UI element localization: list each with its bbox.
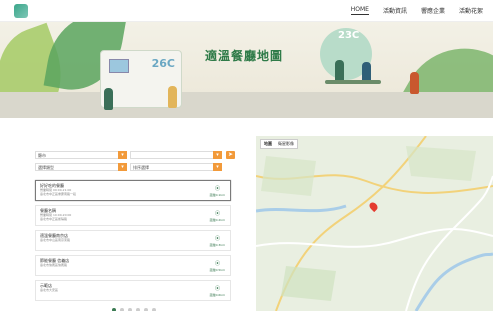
list-item[interactable]: 節能餐廳 信義店 臺北市信義區信義路 ⦿ 距離0.5km [35,255,231,276]
city-select[interactable]: 縣市 ▾ [35,151,127,159]
filter-bar: 縣市 ▾ ▾ ➤ 選擇類型 ▾ 排序選擇 ▾ [30,148,235,174]
city-select-value: 縣市 [38,153,46,158]
chevron-down-icon: ▾ [213,163,222,171]
presentation-screen-icon [109,59,129,73]
district-select[interactable]: ▾ [130,151,222,159]
restaurant-list-panel: 縣市 ▾ ▾ ➤ 選擇類型 ▾ 排序選擇 ▾ 好好吃的餐廳 營業時間 09:00… [30,148,235,311]
type-select[interactable]: 選擇類型 ▾ [35,163,127,171]
nav-partners[interactable]: 響應企業 [421,6,445,15]
restaurant-address: 臺北市中正區衡陽路 [40,217,68,221]
list-item[interactable]: 示範店 臺北市大安區 ⦿ 距離0.6km [35,280,231,301]
hero-ground-band [0,92,493,118]
nav-events[interactable]: 活動資訊 [383,6,407,15]
map-pin-icon: ⦿ [214,186,220,192]
restaurant-address: 臺北市中山區南京東路 [40,238,71,242]
nav-gallery[interactable]: 活動花絮 [459,6,483,15]
person-illustration [335,60,344,82]
locate-me-icon[interactable]: ➤ [226,151,235,159]
sort-select-value: 排序選擇 [133,165,149,170]
table-illustration [325,80,381,84]
chevron-down-icon: ▾ [213,151,222,159]
top-navigation-bar: HOME 活動資訊 響應企業 活動花絮 [0,0,493,22]
map-pin-icon: ⦿ [214,261,220,267]
sort-select[interactable]: 排序選擇 ▾ [130,163,222,171]
map-type-control: 地圖 衛星影像 [260,139,298,149]
list-item[interactable]: 餐廳名稱 營業時間 10:00-20:00 臺北市中正區衡陽路 ⦿ 距離0.2k… [35,205,231,226]
restaurant-distance: 距離0.6km [209,293,225,297]
map-pin-icon: ⦿ [214,286,220,292]
restaurant-address: 臺北市信義區信義路 [40,263,68,267]
restaurant-address: 臺北市中正區重慶南路一段 [40,192,77,196]
site-logo[interactable] [14,4,28,18]
restaurant-distance: 距離0.2km [209,218,225,222]
page: HOME 活動資訊 響應企業 活動花絮 26C 適溫餐廳地圖 23C 縣市 ▾ … [0,0,493,311]
restaurant-distance: 距離0.1km [209,193,225,197]
waiter-illustration [410,72,419,94]
hero-banner: 26C 適溫餐廳地圖 23C [0,22,493,118]
restaurant-address: 臺北市大安區 [40,288,59,292]
map-pin-icon: ⦿ [214,236,220,242]
list-item[interactable]: 好好吃的餐廳 營業時間 09:00-21:00 臺北市中正區重慶南路一段 ⦿ 距… [35,180,231,201]
map-pin-icon: ⦿ [214,211,220,217]
chevron-down-icon: ▾ [118,163,127,171]
restaurant-map[interactable]: 地圖 衛星影像 [256,136,493,311]
list-item[interactable]: 適溫餐廳南京店 臺北市中山區南京東路 ⦿ 距離0.3km [35,230,231,251]
person-illustration [168,86,177,108]
restaurant-distance: 距離0.3km [209,243,225,247]
temperature-label-left: 26C [151,57,175,70]
main-nav: HOME 活動資訊 響應企業 活動花絮 [350,6,483,15]
map-type-satellite[interactable]: 衛星影像 [275,140,297,148]
temperature-label-right: 23C [338,30,360,41]
map-canvas [256,136,493,311]
person-illustration [104,88,113,110]
restaurant-distance: 距離0.5km [209,268,225,272]
type-select-value: 選擇類型 [38,165,54,170]
chevron-down-icon: ▾ [118,151,127,159]
nav-home[interactable]: HOME [350,6,369,15]
page-title: 適溫餐廳地圖 [205,49,284,63]
restaurant-list: 好好吃的餐廳 營業時間 09:00-21:00 臺北市中正區重慶南路一段 ⦿ 距… [35,180,231,305]
map-type-map[interactable]: 地圖 [261,140,275,148]
